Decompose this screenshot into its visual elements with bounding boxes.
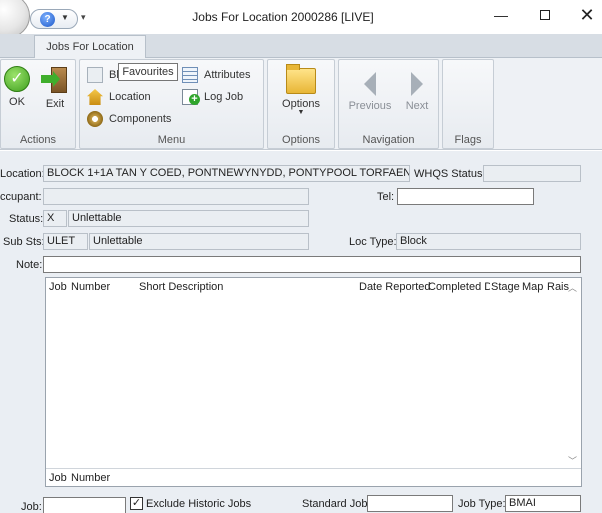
navigation-group: Previous Next Navigation — [338, 59, 439, 149]
location-label: Location: — [0, 168, 45, 180]
location-label: Location — [109, 91, 151, 103]
previous-label: Previous — [348, 100, 392, 112]
sub-status-description-field: Unlettable — [89, 233, 309, 250]
column-header-number[interactable]: Number — [71, 281, 110, 293]
log-job-button[interactable]: Log Job — [182, 88, 243, 106]
loc-type-field: Block — [396, 233, 581, 250]
column-header-stage[interactable]: Stage — [491, 281, 520, 293]
exclude-historic-jobs-label: Exclude Historic Jobs — [146, 498, 252, 510]
options-group-label: Options — [282, 134, 320, 146]
ok-label: OK — [9, 96, 25, 108]
tel-input[interactable] — [397, 188, 534, 205]
options-group: Options ▼ Options — [267, 59, 335, 149]
house-icon — [87, 89, 103, 105]
note-label: Note: — [16, 259, 43, 271]
sub-status-code-field: ULET — [43, 233, 88, 250]
column-header-date-reported[interactable]: Date Reported — [359, 281, 431, 293]
job-type-input[interactable]: BMAI — [505, 495, 581, 512]
folder-icon — [286, 64, 316, 94]
ok-button[interactable]: ✓ OK — [3, 66, 31, 108]
ribbon: ✓ OK Exit Actions Bl Location Components… — [0, 58, 602, 150]
exit-button[interactable]: Exit — [39, 66, 71, 110]
status-description-field: Unlettable — [68, 210, 309, 227]
status-label: Status: — [9, 213, 44, 225]
attributes-label: Attributes — [204, 69, 251, 81]
minimize-button[interactable]: — — [488, 4, 514, 26]
maximize-icon — [540, 10, 550, 20]
tel-label: Tel: — [377, 191, 395, 203]
job-form: Location: BLOCK 1+1A TAN Y COED, PONTNEW… — [0, 151, 602, 513]
actions-group-label: Actions — [19, 134, 57, 146]
exclude-historic-jobs-checkbox[interactable]: ✓ — [130, 497, 143, 510]
add-document-icon — [182, 89, 200, 105]
favourites-tooltip: Favourites — [118, 63, 178, 81]
components-label: Components — [109, 113, 172, 125]
exit-door-icon — [41, 66, 69, 94]
arrow-left-icon — [364, 72, 376, 96]
sub-status-label: Sub Sts: — [3, 236, 45, 248]
column-header-job[interactable]: Job — [49, 281, 67, 293]
list-icon — [182, 67, 198, 83]
next-label: Next — [405, 100, 429, 112]
occupant-field — [43, 188, 309, 205]
log-job-label: Log Job — [204, 91, 244, 103]
column-header-short-description[interactable]: Short Description — [139, 281, 223, 293]
previous-button[interactable]: Previous — [345, 70, 395, 112]
whqs-status-field — [483, 165, 581, 182]
attributes-button[interactable]: Attributes — [182, 66, 250, 84]
location-field: BLOCK 1+1A TAN Y COED, PONTNEWYNYDD, PON… — [43, 165, 410, 182]
blank-menu-button[interactable]: Bl — [87, 66, 119, 84]
job-type-label: Job Type: — [458, 498, 506, 510]
footer-job: Job — [49, 472, 67, 484]
next-button[interactable]: Next — [399, 70, 435, 112]
options-button[interactable]: Options ▼ — [276, 64, 326, 116]
flags-group: Flags — [442, 59, 494, 149]
components-icon — [87, 111, 103, 127]
standard-job-label: Standard Job: — [302, 498, 371, 510]
column-header-completed[interactable]: Completed D — [428, 281, 490, 293]
maximize-button[interactable] — [532, 4, 558, 26]
job-label: Job: — [21, 501, 42, 513]
menu-group-label: Menu — [157, 134, 186, 146]
footer-number: Number — [71, 472, 111, 484]
actions-group: ✓ OK Exit Actions — [0, 59, 76, 149]
navigation-group-label: Navigation — [362, 134, 415, 146]
chevron-down-icon: ▼ — [297, 109, 305, 116]
title-bar: ? ▼ ▾ Jobs For Location 2000286 [LIVE] —… — [0, 0, 602, 38]
scroll-up-icon[interactable]: ︿ — [568, 281, 577, 294]
tab-jobs-for-location[interactable]: Jobs For Location — [34, 35, 146, 59]
exit-label: Exit — [45, 98, 65, 110]
flags-group-label: Flags — [454, 134, 482, 146]
arrow-right-icon — [411, 72, 423, 96]
standard-job-input[interactable] — [367, 495, 453, 512]
loc-type-label: Loc Type: — [349, 236, 397, 248]
note-input[interactable] — [43, 256, 581, 273]
whqs-status-label: WHQS Status: — [414, 168, 486, 180]
location-button[interactable]: Location — [87, 88, 151, 106]
window-title: Jobs For Location 2000286 [LIVE] — [192, 10, 374, 24]
components-button[interactable]: Components — [87, 110, 171, 128]
document-icon — [87, 67, 103, 83]
jobs-grid-header: Job Number Short Description Date Report… — [46, 278, 581, 296]
status-code-field: X — [43, 210, 67, 227]
column-header-raised[interactable]: Rais — [547, 281, 569, 293]
ribbon-tab-strip: Jobs For Location — [0, 34, 602, 59]
scroll-down-icon[interactable]: ﹀ — [568, 454, 577, 467]
checkmark-icon: ✓ — [4, 66, 30, 92]
column-header-map[interactable]: Map — [522, 281, 543, 293]
job-input[interactable] — [43, 497, 126, 513]
jobs-grid[interactable]: Job Number Short Description Date Report… — [45, 277, 582, 487]
jobs-grid-footer: Job Number — [46, 468, 581, 486]
occupant-label: ccupant: — [0, 191, 42, 203]
close-button[interactable]: ✕ — [574, 4, 600, 26]
